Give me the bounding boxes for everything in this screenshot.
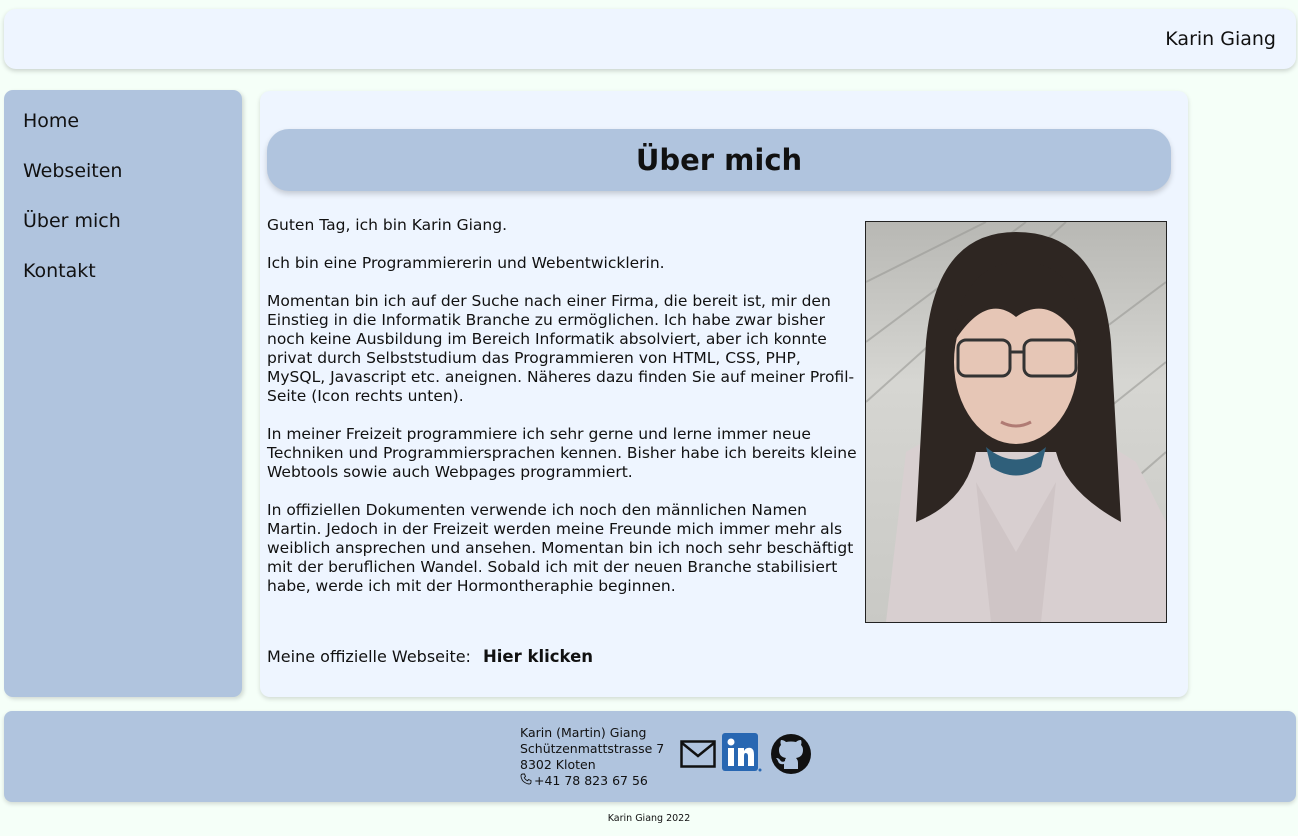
profile-photo [865,221,1167,623]
contact-address: Karin (Martin) Giang Schützenmattstrasse… [520,725,664,789]
main-content: Über mich Guten Tag, ich bin Karin Giang… [260,91,1188,697]
github-icon[interactable] [770,733,812,779]
footer-name: Karin (Martin) Giang [520,725,647,740]
page-title: Über mich [635,143,803,177]
header-name: Karin Giang [1165,28,1276,50]
phone-icon [520,773,534,789]
footer-city: 8302 Kloten [520,757,596,772]
sidebar-nav: Home Webseiten Über mich Kontakt [4,90,242,697]
website-link[interactable]: Hier klicken [483,647,593,666]
mail-icon[interactable] [680,740,716,772]
website-label: Meine offizielle Webseite: [267,647,471,666]
page-title-bar: Über mich [267,129,1171,191]
footer-phone-row: +41 78 823 67 56 [520,773,664,789]
linkedin-icon[interactable] [722,733,762,777]
nav-item-ueber-mich[interactable]: Über mich [23,210,121,232]
footer-street: Schützenmattstrasse 7 [520,741,665,756]
nav-item-webseiten[interactable]: Webseiten [23,160,122,182]
nav-item-home[interactable]: Home [23,110,79,132]
paragraph-greeting: Guten Tag, ich bin Karin Giang. [267,216,507,234]
nav-item-kontakt[interactable]: Kontakt [23,260,96,282]
site-footer: Karin (Martin) Giang Schützenmattstrasse… [4,711,1296,802]
paragraph-profession: Ich bin eine Programmiererin und Webentw… [267,254,665,272]
website-row: Meine offizielle Webseite: Hier klicken [267,647,593,666]
paragraph-job-search: Momentan bin ich auf der Suche nach eine… [267,292,855,405]
paragraph-personal: In offiziellen Dokumenten verwende ich n… [267,501,854,595]
footer-phone: +41 78 823 67 56 [534,773,648,788]
copyright: Karin Giang 2022 [607,813,691,824]
paragraph-hobbies: In meiner Freizeit programmiere ich sehr… [267,425,857,481]
site-header: Karin Giang [4,9,1296,69]
about-text: Guten Tag, ich bin Karin Giang. Ich bin … [267,216,857,615]
